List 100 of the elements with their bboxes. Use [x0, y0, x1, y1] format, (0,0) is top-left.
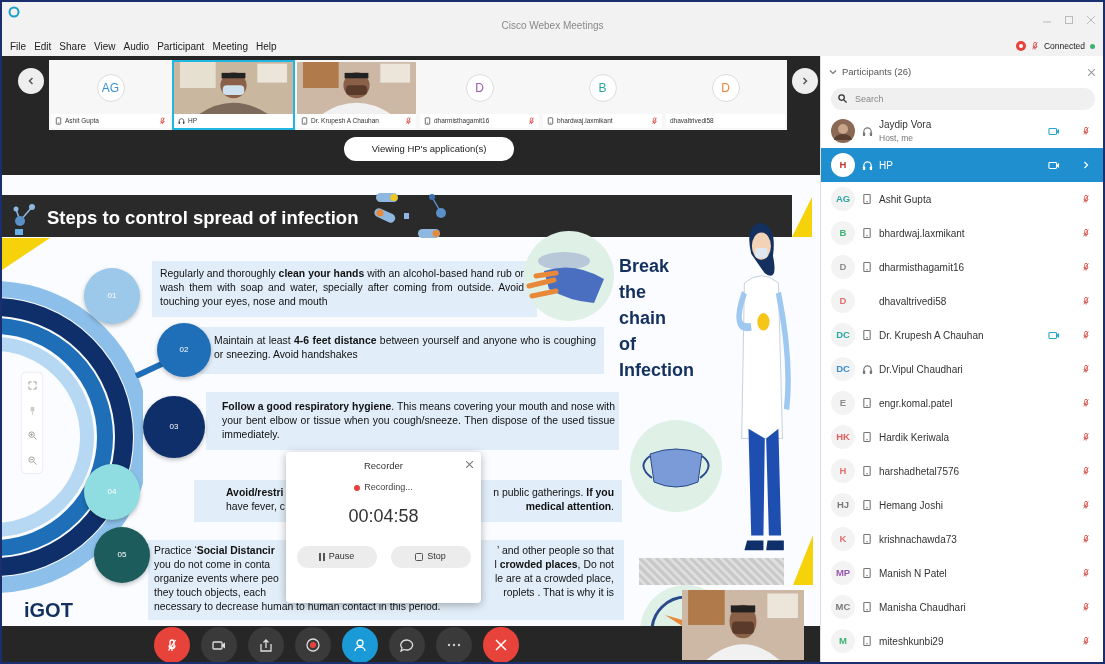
record-button[interactable]	[294, 627, 331, 662]
recording-dot-icon	[354, 485, 361, 491]
mute-button[interactable]	[153, 627, 190, 662]
video-button[interactable]	[200, 627, 237, 662]
step-text: have fever, c	[226, 500, 285, 514]
participant-row[interactable]: Jaydip Vora Host, me	[821, 114, 1103, 148]
participant-row[interactable]: E engr.komal.patel	[821, 386, 1103, 420]
menu-item[interactable]: Help	[255, 38, 277, 54]
close-icon[interactable]	[1088, 68, 1095, 76]
step-text: Regularly and thoroughly clean your hands with an alcohol-based hand rub or wash them with soap and water, specially after coming from outside. Avoid touching your eyes, nose and mouth	[160, 267, 524, 309]
panel-title: Participants (26)	[842, 64, 912, 79]
next-button[interactable]	[792, 68, 818, 94]
leave-button[interactable]	[482, 627, 519, 662]
participant-row[interactable]: D dhavaltrivedi58	[821, 284, 1103, 318]
participant-role: Host, me	[879, 132, 914, 145]
headset-icon	[861, 159, 873, 171]
participant-name: miteshkunbi29	[879, 634, 944, 649]
window-title: Cisco Webex Meetings	[501, 19, 604, 33]
participant-row[interactable]: D dharmisthagamit16	[821, 250, 1103, 284]
connector-line	[135, 360, 165, 378]
headset-icon	[861, 125, 873, 137]
menu-item[interactable]: File	[10, 38, 27, 54]
avatar: HJ	[831, 493, 855, 517]
avatar: K	[831, 527, 855, 551]
step-text: Maintain at least 4-6 feet distance between yourself and anyone who is coughing or sneezing. Avoid handshakes	[214, 334, 596, 362]
participant-row[interactable]: HK Hardik Keriwala	[821, 420, 1103, 454]
participant-name: dhavaltrivedi58	[879, 294, 947, 309]
participant-row[interactable]: M miteshkunbi29	[821, 624, 1103, 658]
phone-icon	[547, 117, 554, 126]
close-icon[interactable]	[466, 461, 473, 468]
muted-mic-icon	[165, 638, 178, 652]
phone-icon	[862, 431, 872, 443]
participant-row[interactable]: HJ Hemang Joshi	[821, 488, 1103, 522]
menu-item[interactable]: Meeting	[212, 38, 248, 54]
phone-icon	[862, 567, 872, 579]
close-icon[interactable]	[1087, 16, 1095, 24]
participant-row[interactable]: MP Manish N Patel	[821, 556, 1103, 590]
maximize-icon[interactable]	[1065, 16, 1073, 24]
participant-name: Manish N Patel	[879, 566, 947, 581]
participant-row[interactable]: AG Ashit Gupta	[821, 182, 1103, 216]
corner-triangle	[793, 535, 813, 585]
share-icon	[258, 638, 273, 652]
stop-button[interactable]: Stop	[390, 545, 471, 568]
phone-icon	[424, 117, 431, 126]
record-icon	[1015, 41, 1026, 51]
step-number: 05	[94, 527, 150, 583]
step-text: they touch objects, each	[154, 586, 267, 600]
step-text: ’ and other people so that	[497, 544, 614, 558]
avatar: AG	[96, 74, 125, 103]
chat-button[interactable]	[388, 627, 425, 662]
pause-button[interactable]: Pause	[296, 545, 377, 568]
zoom-in-icon[interactable]	[27, 431, 37, 440]
step-number: 02	[157, 323, 211, 377]
participant-row[interactable]: DC Dr. Krupesh A Chauhan	[821, 318, 1103, 352]
fit-icon[interactable]	[27, 381, 37, 390]
step-text: n public gatherings. If you	[493, 486, 614, 500]
participant-row[interactable]: B bhardwaj.laxmikant	[821, 216, 1103, 250]
menu-item[interactable]: Participant	[157, 38, 205, 54]
participant-row[interactable]: H harshadhetal7576	[821, 454, 1103, 488]
connection-status: Connected	[1043, 39, 1085, 53]
step-text: you do not come in conta	[154, 558, 271, 572]
participant-row[interactable]: K krishnachawda73	[821, 522, 1103, 556]
step-text: roplets . That is why it is	[503, 586, 614, 600]
app-logo-icon	[8, 6, 20, 18]
step-number: 01	[84, 268, 140, 324]
phone-icon	[301, 117, 308, 126]
participant-name: engr.komal.patel	[879, 396, 953, 411]
zoom-out-icon[interactable]	[27, 456, 37, 465]
phone-icon	[862, 533, 872, 545]
phone-icon	[862, 635, 872, 647]
person-icon	[352, 638, 367, 652]
menu-item[interactable]: View	[94, 38, 116, 54]
stop-icon	[415, 552, 424, 561]
chevron-right-icon[interactable]	[1083, 161, 1089, 169]
menu-item[interactable]: Share	[59, 38, 87, 54]
participant-name: HP	[879, 158, 893, 173]
step-text: le are at a crowded place,	[495, 572, 614, 586]
phone-icon	[862, 227, 872, 239]
avatar: D	[711, 74, 740, 103]
camera-icon	[211, 638, 226, 652]
participant-row[interactable]: MC Manisha Chaudhari	[821, 590, 1103, 624]
share-button[interactable]	[247, 627, 284, 662]
participant-row[interactable]: DC Dr.Vipul Chaudhari	[821, 352, 1103, 386]
collapse-icon[interactable]	[829, 69, 837, 75]
menu-item[interactable]: Audio	[123, 38, 150, 54]
search-field[interactable]: Search	[831, 88, 1095, 110]
phone-icon	[862, 397, 872, 409]
slide-logo: iGOT	[24, 598, 73, 623]
step-text: Avoid/restri	[226, 486, 284, 500]
participant-row[interactable]: H HP	[821, 148, 1103, 182]
phone-icon	[862, 601, 872, 613]
menu-item[interactable]: Edit	[34, 38, 52, 54]
avatar: D	[465, 74, 494, 103]
phone-icon	[862, 465, 872, 477]
avatar: H	[831, 153, 855, 177]
pause-icon	[318, 552, 325, 561]
participant-name: bhardwaj.laxmikant	[879, 226, 965, 241]
previous-button[interactable]	[18, 68, 44, 94]
participants-button[interactable]	[341, 627, 378, 662]
participant-name: harshadhetal7576	[879, 464, 960, 479]
